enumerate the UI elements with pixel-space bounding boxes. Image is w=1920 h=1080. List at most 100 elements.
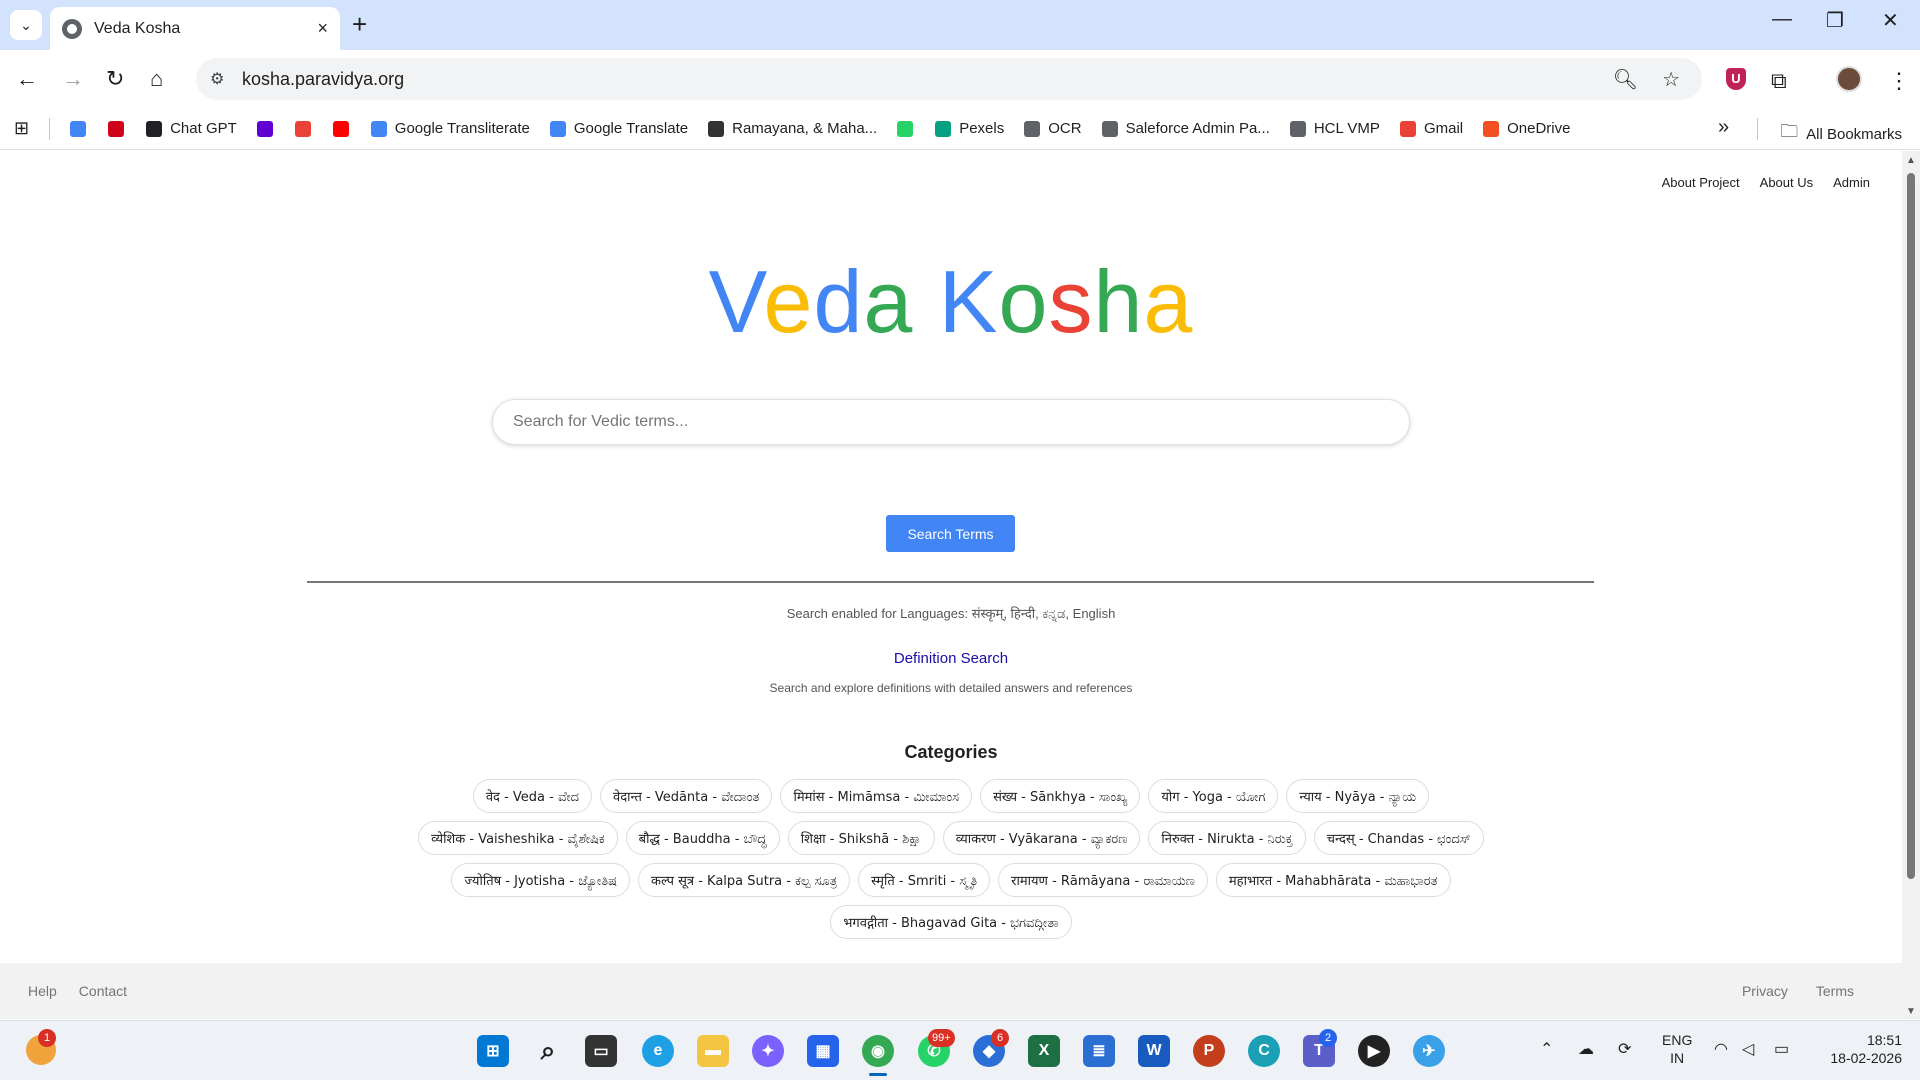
- category-pill[interactable]: न्याय - Nyāya - ನ್ಯಾಯ: [1286, 779, 1430, 813]
- onedrive-icon[interactable]: ☁: [1578, 1039, 1594, 1059]
- bookmark-item[interactable]: [897, 120, 914, 137]
- file-explorer-icon[interactable]: ▬: [697, 1035, 729, 1067]
- bookmark-item[interactable]: [332, 120, 349, 137]
- reload-icon[interactable]: ↻: [106, 65, 124, 93]
- nav-admin[interactable]: Admin: [1833, 175, 1870, 190]
- category-pill[interactable]: कल्प सूत्र - Kalpa Sutra - ಕಲ್ಪ ಸೂತ್ರ: [638, 863, 851, 897]
- category-pill[interactable]: चन्दस् - Chandas - ಛಂದಸ್: [1313, 821, 1484, 855]
- category-pill[interactable]: वेदान्त - Vedānta - ವೇದಾಂತ: [599, 779, 773, 813]
- page-scrollbar[interactable]: ▲ ▼: [1902, 151, 1920, 1019]
- category-pill[interactable]: योग - Yoga - ಯೋಗ: [1148, 779, 1279, 813]
- bookmark-item[interactable]: [256, 120, 273, 137]
- all-bookmarks-button[interactable]: 🗀 All Bookmarks: [1780, 119, 1902, 149]
- store-icon[interactable]: ▦: [807, 1035, 839, 1067]
- category-pill[interactable]: वेद - Veda - ವೇದ: [472, 779, 592, 813]
- back-icon[interactable]: ←: [16, 65, 38, 93]
- more-bookmarks-icon[interactable]: »: [1718, 116, 1729, 139]
- bookmark-star-icon[interactable]: ☆: [1662, 67, 1680, 92]
- category-pill[interactable]: ज्योतिष - Jyotisha - ಜ್ಯೋತಿಷ: [451, 863, 631, 897]
- app-c-icon[interactable]: C: [1248, 1035, 1280, 1067]
- profile-avatar[interactable]: [1836, 66, 1862, 92]
- tab-search-button[interactable]: ⌄: [10, 10, 42, 40]
- wifi-icon[interactable]: ◠: [1714, 1039, 1728, 1059]
- address-bar[interactable]: ⚙ kosha.paravidya.org 🔍︎ ☆: [196, 58, 1702, 100]
- category-pill[interactable]: व्येशिक - Vaisheshika - ವೈಶೇಷಿಕ: [418, 821, 618, 855]
- languages-text: Search enabled for Languages: संस्कृम्, …: [786, 606, 1116, 621]
- category-pill[interactable]: संख्य - Sānkhya - ಸಾಂಖ್ಯ: [980, 779, 1141, 813]
- scroll-up-icon[interactable]: ▲: [1906, 155, 1916, 166]
- category-pill[interactable]: मिमांस - Mimāmsa - ಮೀಮಾಂಸ: [780, 779, 973, 813]
- site-info-icon[interactable]: ⚙: [210, 69, 230, 89]
- bookmark-item[interactable]: OneDrive: [1483, 120, 1570, 137]
- category-pill[interactable]: रामायण - Rāmāyana - ರಾಮಾಯಣ: [998, 863, 1208, 897]
- menu-icon[interactable]: ⋮: [1888, 68, 1910, 94]
- footer-privacy-link[interactable]: Privacy: [1742, 983, 1788, 999]
- category-pill[interactable]: शिक्षा - Shikshā - ಶಿಕ್ಷಾ: [787, 821, 935, 855]
- bookmark-item[interactable]: Gmail: [1399, 120, 1463, 137]
- ublock-extension-icon[interactable]: U: [1726, 68, 1746, 90]
- system-clock[interactable]: 18:51 18-02-2026: [1818, 1031, 1902, 1067]
- category-pill[interactable]: भगवद्गीता - Bhagavad Gita - ಭಗವದ್ಗೀತಾ: [830, 905, 1072, 939]
- category-pill[interactable]: व्याकरण - Vyākarana - ವ್ಯಾಕರಣ: [942, 821, 1141, 855]
- footer-contact-link[interactable]: Contact: [79, 983, 127, 999]
- search-terms-button[interactable]: Search Terms: [886, 515, 1015, 552]
- bookmark-item[interactable]: Google Translate: [549, 120, 688, 137]
- nav-about-project[interactable]: About Project: [1662, 175, 1740, 190]
- bookmark-item[interactable]: OCR: [1024, 120, 1082, 137]
- chrome-active-indicator: [869, 1073, 887, 1076]
- sync-icon[interactable]: ⟳: [1618, 1039, 1631, 1059]
- powerpoint-icon[interactable]: P: [1193, 1035, 1225, 1067]
- footer-help-link[interactable]: Help: [28, 983, 57, 999]
- volume-icon[interactable]: ◁: [1742, 1039, 1754, 1059]
- scroll-down-icon[interactable]: ▼: [1906, 1006, 1916, 1017]
- start-icon[interactable]: ⊞: [477, 1035, 509, 1067]
- bookmark-item[interactable]: Chat GPT: [146, 120, 237, 137]
- bookmark-label: Chat GPT: [170, 120, 237, 137]
- scrollbar-thumb[interactable]: [1907, 173, 1915, 879]
- bookmark-item[interactable]: Pexels: [935, 120, 1004, 137]
- search-box[interactable]: [492, 399, 1410, 445]
- show-hidden-icons[interactable]: ⌃: [1540, 1039, 1553, 1059]
- nav-about-us[interactable]: About Us: [1760, 175, 1813, 190]
- task-view-icon[interactable]: ▭: [585, 1035, 617, 1067]
- bookmark-item[interactable]: [70, 120, 87, 137]
- category-pill[interactable]: स्मृति - Smriti - ಸ್ಮೃತಿ: [858, 863, 991, 897]
- new-tab-button[interactable]: +: [352, 9, 367, 39]
- edge-icon[interactable]: e: [642, 1035, 674, 1067]
- bookmark-item[interactable]: [108, 120, 125, 137]
- url-text[interactable]: kosha.paravidya.org: [242, 69, 1613, 90]
- minimize-icon[interactable]: —: [1772, 8, 1792, 31]
- search-icon[interactable]: ⌕: [532, 1035, 564, 1067]
- browser-tab[interactable]: Veda Kosha ×: [50, 7, 340, 50]
- category-pill[interactable]: बौद्ध - Bauddha - ಬೌದ್ಧ: [625, 821, 780, 855]
- forward-icon[interactable]: →: [62, 65, 84, 93]
- zoom-icon[interactable]: 🔍︎: [1613, 67, 1638, 92]
- bookmark-item[interactable]: Google Transliterate: [370, 120, 530, 137]
- search-input[interactable]: [493, 400, 1409, 444]
- bookmark-item[interactable]: Ramayana, & Maha...: [708, 120, 877, 137]
- word-icon[interactable]: W: [1138, 1035, 1170, 1067]
- definition-search-link[interactable]: Definition Search: [0, 650, 1902, 667]
- logo-letter: o: [998, 252, 1049, 351]
- media-player-icon[interactable]: ▶: [1358, 1035, 1390, 1067]
- category-pill[interactable]: महाभारत - Mahabhārata - ಮಹಾಭಾರತ: [1215, 863, 1451, 897]
- chrome-icon[interactable]: ◉: [862, 1035, 894, 1067]
- category-pill[interactable]: निरुक्त - Nirukta - ನಿರುಕ್ತ: [1148, 821, 1306, 855]
- globe-icon: [62, 18, 82, 39]
- notepad-icon[interactable]: ≣: [1083, 1035, 1115, 1067]
- close-window-icon[interactable]: ✕: [1882, 8, 1899, 33]
- excel-icon[interactable]: X: [1028, 1035, 1060, 1067]
- battery-icon[interactable]: ▭: [1774, 1039, 1789, 1059]
- copilot-icon[interactable]: ✦: [752, 1035, 784, 1067]
- bookmark-item[interactable]: Saleforce Admin Pa...: [1101, 120, 1270, 137]
- close-tab-icon[interactable]: ×: [317, 18, 328, 39]
- apps-grid-icon[interactable]: ⊞: [14, 118, 29, 139]
- extensions-icon[interactable]: ⧉: [1771, 68, 1787, 94]
- bookmark-item[interactable]: [294, 120, 311, 137]
- globe-app-icon[interactable]: ✈: [1413, 1035, 1445, 1067]
- language-indicator[interactable]: ENG IN: [1662, 1031, 1692, 1067]
- bookmark-item[interactable]: HCL VMP: [1289, 120, 1380, 137]
- footer-terms-link[interactable]: Terms: [1816, 983, 1854, 999]
- home-icon[interactable]: ⌂: [150, 65, 163, 93]
- restore-icon[interactable]: ❐: [1826, 8, 1844, 33]
